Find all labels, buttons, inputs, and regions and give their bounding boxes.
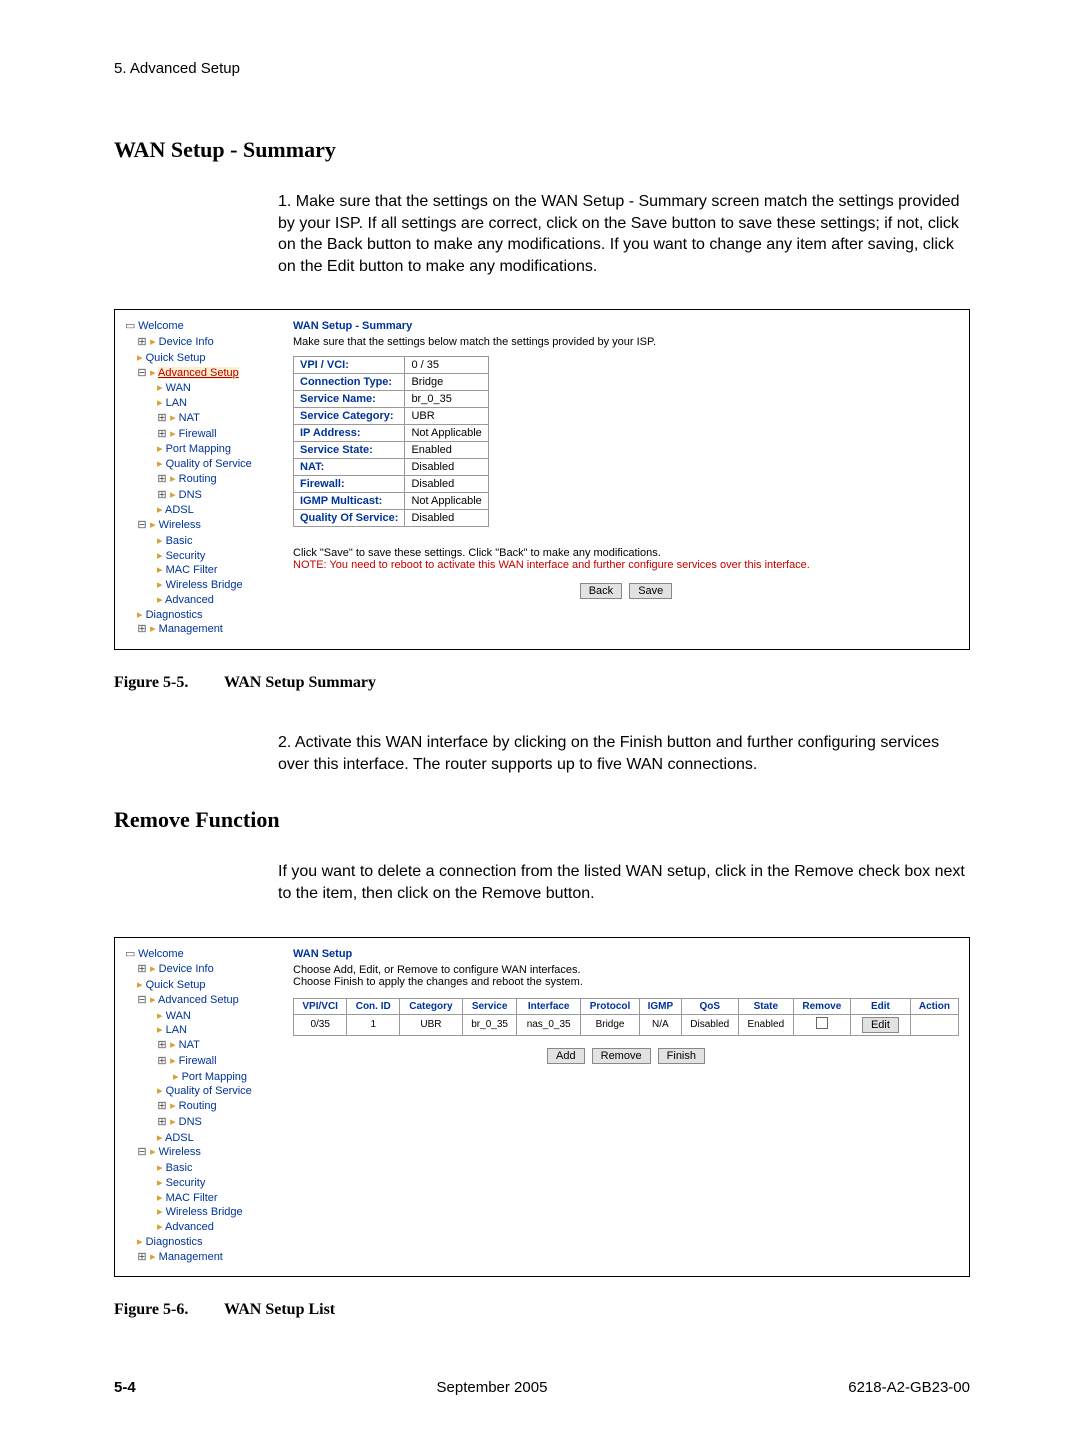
pane-sub2: Choose Finish to apply the changes and r…	[293, 976, 959, 988]
tree2-routing[interactable]: ⊞ ▸ Routing	[125, 1100, 285, 1115]
footer-date: September 2005	[437, 1379, 548, 1396]
remove-checkbox[interactable]	[816, 1017, 828, 1029]
tree2-basic[interactable]: ▸ Basic	[125, 1162, 285, 1176]
tree2-welcome[interactable]: ▭ Welcome	[125, 948, 285, 963]
paragraph-step2: 2. Activate this WAN interface by clicki…	[278, 732, 970, 775]
tree-port-mapping[interactable]: ▸ Port Mapping	[125, 443, 285, 457]
tree2-nat[interactable]: ⊞ ▸ NAT	[125, 1039, 285, 1054]
tree2-adsl[interactable]: ▸ ADSL	[125, 1132, 285, 1146]
tree2-wan[interactable]: ▸ WAN	[125, 1010, 285, 1024]
note-save: Click "Save" to save these settings. Cli…	[293, 547, 959, 559]
tree-dns[interactable]: ⊞ ▸ DNS	[125, 489, 285, 504]
table-row: 0/351UBR br_0_35nas_0_35Bridge N/ADisabl…	[294, 1014, 959, 1035]
tree-diagnostics[interactable]: ▸ Diagnostics	[125, 609, 285, 623]
tree2-advanced[interactable]: ▸ Advanced	[125, 1221, 285, 1235]
figure-5-5-caption: Figure 5-5.WAN Setup Summary	[114, 674, 970, 692]
tree-lan[interactable]: ▸ LAN	[125, 397, 285, 411]
tree-routing[interactable]: ⊞ ▸ Routing	[125, 473, 285, 488]
page-number: 5-4	[114, 1379, 136, 1396]
tree-nat[interactable]: ⊞ ▸ NAT	[125, 412, 285, 427]
page-header: 5. Advanced Setup	[114, 60, 970, 77]
page-footer: 5-4 September 2005 6218-A2-GB23-00	[114, 1379, 970, 1396]
tree2-advanced-setup[interactable]: ⊟ ▸ Advanced Setup	[125, 994, 285, 1009]
tree-advanced[interactable]: ▸ Advanced	[125, 594, 285, 608]
tree-qos[interactable]: ▸ Quality of Service	[125, 458, 285, 472]
save-button[interactable]: Save	[629, 583, 672, 599]
tree-firewall[interactable]: ⊞ ▸ Firewall	[125, 428, 285, 443]
content-pane-2: WAN Setup Choose Add, Edit, or Remove to…	[285, 948, 959, 1267]
tree2-wireless[interactable]: ⊟ ▸ Wireless	[125, 1146, 285, 1161]
summary-table: VPI / VCI:0 / 35 Connection Type:Bridge …	[293, 356, 489, 527]
tree-advanced-setup[interactable]: ⊟ ▸ Advanced Setup	[125, 367, 285, 382]
finish-button[interactable]: Finish	[658, 1048, 705, 1064]
chapter-label: 5. Advanced Setup	[114, 60, 240, 77]
paragraph-step1: 1. Make sure that the settings on the WA…	[278, 191, 970, 277]
tree2-mac-filter[interactable]: ▸ MAC Filter	[125, 1192, 285, 1206]
paragraph-remove: If you want to delete a connection from …	[278, 861, 970, 904]
nav-tree-2: ▭ Welcome ⊞ ▸ Device Info ▸ Quick Setup …	[125, 948, 285, 1267]
tree-wan[interactable]: ▸ WAN	[125, 382, 285, 396]
tree2-qos[interactable]: ▸ Quality of Service	[125, 1085, 285, 1099]
tree-quick-setup[interactable]: ▸ Quick Setup	[125, 352, 285, 366]
tree-wireless[interactable]: ⊟ ▸ Wireless	[125, 519, 285, 534]
tree-adsl[interactable]: ▸ ADSL	[125, 504, 285, 518]
edit-button[interactable]: Edit	[862, 1017, 899, 1033]
tree2-wireless-bridge[interactable]: ▸ Wireless Bridge	[125, 1206, 285, 1220]
pane-title-2: WAN Setup	[293, 948, 959, 960]
tree-management[interactable]: ⊞ ▸ Management	[125, 623, 285, 638]
tree-welcome[interactable]: ▭ Welcome	[125, 320, 285, 335]
tree2-security[interactable]: ▸ Security	[125, 1177, 285, 1191]
tree2-device-info[interactable]: ⊞ ▸ Device Info	[125, 963, 285, 978]
tree2-lan[interactable]: ▸ LAN	[125, 1024, 285, 1038]
section-remove-function: Remove Function	[114, 807, 970, 833]
note-reboot: NOTE: You need to reboot to activate thi…	[293, 559, 959, 571]
tree2-management[interactable]: ⊞ ▸ Management	[125, 1251, 285, 1266]
tree-basic[interactable]: ▸ Basic	[125, 535, 285, 549]
tree-device-info[interactable]: ⊞ ▸ Device Info	[125, 336, 285, 351]
tree-security[interactable]: ▸ Security	[125, 550, 285, 564]
remove-button[interactable]: Remove	[592, 1048, 651, 1064]
figure-5-5: ▭ Welcome ⊞ ▸ Device Info ▸ Quick Setup …	[114, 309, 970, 650]
pane-subtitle: Make sure that the settings below match …	[293, 336, 959, 348]
wan-list-table: VPI/VCICon. IDCategory ServiceInterfaceP…	[293, 998, 959, 1036]
section-wan-setup-summary: WAN Setup - Summary	[114, 137, 970, 163]
nav-tree: ▭ Welcome ⊞ ▸ Device Info ▸ Quick Setup …	[125, 320, 285, 639]
add-button[interactable]: Add	[547, 1048, 585, 1064]
tree2-dns[interactable]: ⊞ ▸ DNS	[125, 1116, 285, 1131]
figure-5-6-caption: Figure 5-6.WAN Setup List	[114, 1301, 970, 1319]
figure-5-6: ▭ Welcome ⊞ ▸ Device Info ▸ Quick Setup …	[114, 937, 970, 1278]
tree2-port-mapping[interactable]: ▸ Port Mapping	[125, 1071, 285, 1085]
tree2-diagnostics[interactable]: ▸ Diagnostics	[125, 1236, 285, 1250]
footer-doc: 6218-A2-GB23-00	[848, 1379, 970, 1396]
pane-sub1: Choose Add, Edit, or Remove to configure…	[293, 964, 959, 976]
tree2-firewall[interactable]: ⊞ ▸ Firewall	[125, 1055, 285, 1070]
pane-title: WAN Setup - Summary	[293, 320, 959, 332]
tree-mac-filter[interactable]: ▸ MAC Filter	[125, 564, 285, 578]
tree-wireless-bridge[interactable]: ▸ Wireless Bridge	[125, 579, 285, 593]
back-button[interactable]: Back	[580, 583, 622, 599]
content-pane: WAN Setup - Summary Make sure that the s…	[285, 320, 959, 639]
tree2-quick-setup[interactable]: ▸ Quick Setup	[125, 979, 285, 993]
